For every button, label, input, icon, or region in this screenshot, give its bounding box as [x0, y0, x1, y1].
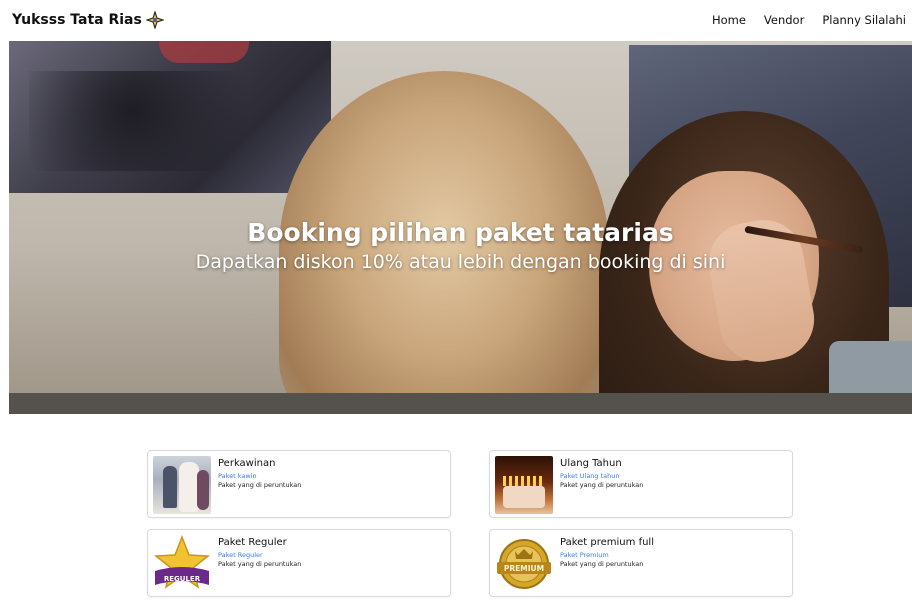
card-title: Paket premium full: [560, 537, 654, 548]
reguler-badge-image: REGULER: [153, 535, 211, 593]
nav-user[interactable]: Planny Silalahi: [822, 13, 906, 27]
nav-home[interactable]: Home: [712, 13, 746, 27]
hero-title: Booking pilihan paket tatarias: [247, 218, 674, 247]
wedding-image: [153, 456, 211, 514]
card-subtitle: Paket Ulang tahun: [560, 472, 620, 480]
hero-subtitle: Dapatkan diskon 10% atau lebih dengan bo…: [195, 251, 726, 273]
package-card-perkawinan[interactable]: Perkawinan Paket kawin Paket yang di per…: [147, 450, 451, 518]
nav-menu: Home Vendor Planny Silalahi: [712, 13, 906, 27]
card-title: Ulang Tahun: [560, 458, 622, 469]
brand-name: Yuksss Tata Rias: [12, 12, 142, 28]
card-subtitle: Paket Premium: [560, 551, 609, 559]
package-card-premium[interactable]: PREMIUM Paket premium full Paket Premium…: [489, 529, 793, 597]
birthday-cake-image: [495, 456, 553, 514]
hero-painting-left: [9, 41, 331, 193]
gold-seal-icon: PREMIUM: [497, 539, 551, 589]
package-card-reguler[interactable]: REGULER Paket Reguler Paket Reguler Pake…: [147, 529, 451, 597]
brand-link[interactable]: Yuksss Tata Rias: [12, 11, 164, 29]
star-badge-icon: REGULER: [153, 535, 211, 589]
card-title: Paket Reguler: [218, 537, 287, 548]
sparkle-star-icon: [145, 11, 164, 29]
premium-badge-image: PREMIUM: [495, 535, 553, 593]
hero-sofa: [9, 393, 912, 414]
badge-text: PREMIUM: [504, 564, 544, 573]
badge-text: REGULER: [164, 575, 201, 583]
hero-banner: Booking pilihan paket tatarias Dapatkan …: [9, 41, 912, 414]
card-description: Paket yang di peruntukan: [218, 560, 302, 568]
card-subtitle: Paket Reguler: [218, 551, 263, 559]
nav-vendor[interactable]: Vendor: [764, 13, 804, 27]
card-description: Paket yang di peruntukan: [560, 560, 644, 568]
package-card-ulang-tahun[interactable]: Ulang Tahun Paket Ulang tahun Paket yang…: [489, 450, 793, 518]
card-title: Perkawinan: [218, 458, 276, 469]
card-subtitle: Paket kawin: [218, 472, 257, 480]
card-description: Paket yang di peruntukan: [560, 481, 644, 489]
navbar: Yuksss Tata Rias Home Vendor Planny Sila…: [0, 0, 912, 40]
card-description: Paket yang di peruntukan: [218, 481, 302, 489]
hero-caption: Booking pilihan paket tatarias Dapatkan …: [9, 217, 912, 275]
